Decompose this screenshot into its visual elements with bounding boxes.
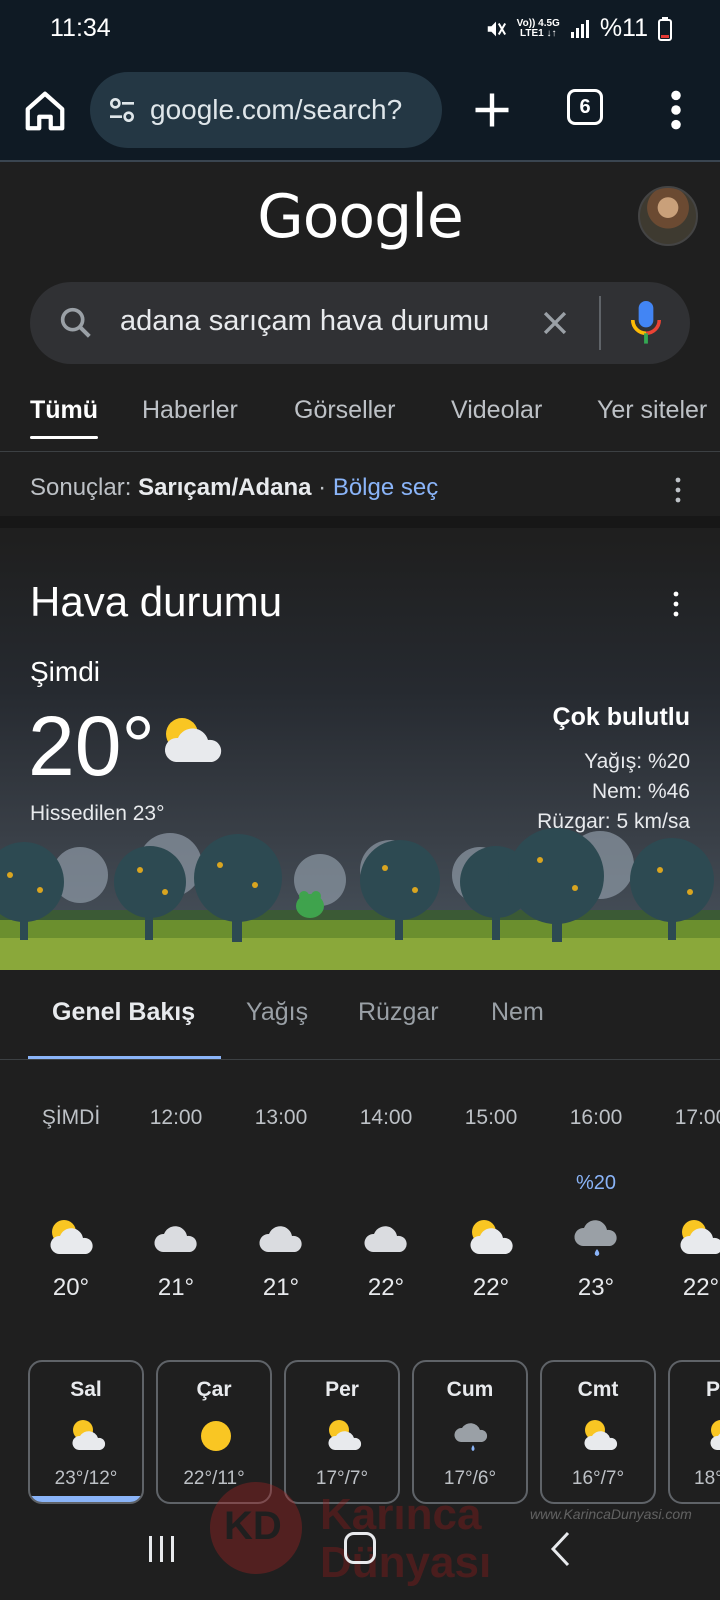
day-name: Çar xyxy=(196,1378,232,1401)
cloudy-icon xyxy=(154,1226,197,1252)
tab-overview[interactable]: Genel Bakış xyxy=(52,998,195,1027)
network-indicator: Vo)) 4.5G LTE1 ↓↑ xyxy=(516,17,560,39)
google-logo[interactable]: Google xyxy=(0,182,720,252)
mute-icon xyxy=(487,21,506,36)
partly-cloudy-icon xyxy=(72,1420,106,1450)
hour-temperature: 22° xyxy=(367,1274,405,1301)
tab-all[interactable]: Tümü xyxy=(30,396,98,425)
day-name: Sal xyxy=(70,1378,102,1401)
weather-title: Hava durumu xyxy=(30,578,283,625)
hour-time: ŞİMDİ xyxy=(41,1106,101,1129)
network-bottom-label: LTE1 ↓↑ xyxy=(519,27,557,39)
hour-precip-chance: %20 xyxy=(575,1172,617,1194)
search-icon xyxy=(60,307,91,338)
region-text: Sonuçlar: Sarıçam/Adana · Bölge seç xyxy=(30,474,438,502)
day-name: Cmt xyxy=(577,1378,619,1401)
tab-news[interactable]: Haberler xyxy=(142,396,238,425)
region-row: Sonuçlar: Sarıçam/Adana · Bölge seç xyxy=(0,452,720,528)
hour-time: 12:00 xyxy=(149,1106,203,1129)
partly-cloudy-icon xyxy=(164,718,222,762)
cloudy-icon xyxy=(259,1226,302,1252)
rain-icon xyxy=(454,1423,488,1451)
current-temperature: 20° xyxy=(28,699,156,793)
partly-cloudy-icon xyxy=(710,1420,720,1450)
status-time: 11:34 xyxy=(50,14,111,42)
system-nav-bar xyxy=(0,1510,720,1600)
battery-percent: %11 xyxy=(599,14,648,42)
hour-time: 17:00 xyxy=(674,1106,720,1129)
weather-more-icon[interactable] xyxy=(673,590,679,618)
hour-temperature: 20° xyxy=(52,1274,90,1301)
active-tab-indicator xyxy=(30,436,98,439)
region-prefix: Sonuçlar: xyxy=(30,474,139,501)
partly-cloudy-icon xyxy=(584,1420,618,1450)
home-icon[interactable] xyxy=(22,88,68,134)
weather-subtabs: Genel Bakış Yağış Rüzgar Nem xyxy=(0,970,720,1060)
browser-toolbar: google.com/search? 6 xyxy=(0,60,720,162)
more-menu-icon[interactable] xyxy=(662,88,690,132)
hour-time: 15:00 xyxy=(464,1106,518,1129)
tab-images[interactable]: Görseller xyxy=(294,396,395,425)
choose-region-link[interactable]: Bölge seç xyxy=(333,474,438,501)
tab-switcher-button[interactable]: 6 xyxy=(567,89,603,125)
precipitation-text: Yağış: %20 xyxy=(584,750,690,773)
home-button[interactable] xyxy=(344,1532,376,1564)
hour-temperature: 22° xyxy=(472,1274,510,1301)
humidity-text: Nem: %46 xyxy=(591,780,690,803)
region-location: Sarıçam/Adana xyxy=(138,474,312,501)
status-bar: 11:34 Vo)) 4.5G LTE1 ↓↑ %11 xyxy=(0,0,720,60)
tab-humidity[interactable]: Nem xyxy=(491,998,544,1027)
hour-temperature: 21° xyxy=(157,1274,195,1301)
url-text: google.com/search? xyxy=(150,94,403,125)
partly-cloudy-icon xyxy=(328,1420,362,1450)
tab-precipitation[interactable]: Yağış xyxy=(246,998,308,1027)
hour-temperature: 21° xyxy=(262,1274,300,1301)
weather-scene-illustration xyxy=(0,828,720,970)
search-divider xyxy=(599,296,601,350)
partly-cloudy-icon xyxy=(50,1220,93,1254)
day-name: P xyxy=(706,1378,720,1401)
status-icons: Vo)) 4.5G LTE1 ↓↑ %11 xyxy=(485,14,672,43)
search-box[interactable]: adana sarıçam hava durumu xyxy=(30,282,690,364)
new-tab-icon[interactable] xyxy=(470,88,514,132)
day-card[interactable]: Sal 23°/12° xyxy=(28,1360,144,1504)
day-name: Per xyxy=(325,1378,359,1401)
cloudy-icon xyxy=(364,1226,407,1252)
day-name: Cum xyxy=(446,1378,494,1401)
hour-time: 14:00 xyxy=(359,1106,413,1129)
sunny-icon xyxy=(201,1421,231,1451)
battery-icon xyxy=(658,16,672,41)
active-subtab-indicator xyxy=(28,1056,221,1059)
hour-time: 16:00 xyxy=(569,1106,623,1129)
tab-videos[interactable]: Videolar xyxy=(451,396,542,425)
region-more-icon[interactable] xyxy=(675,476,681,504)
search-tabs: Tümü Haberler Görseller Videolar Yer sit… xyxy=(0,384,720,452)
tab-wind[interactable]: Rüzgar xyxy=(358,998,439,1027)
condition-text: Çok bulutlu xyxy=(552,703,690,731)
selected-day-indicator xyxy=(30,1496,142,1502)
network-top-label: Vo)) 4.5G xyxy=(516,17,560,29)
hour-temperature: 23° xyxy=(577,1274,615,1301)
region-separator: · xyxy=(311,474,333,501)
microphone-icon[interactable] xyxy=(628,298,664,348)
day-temperature: 23°/12° xyxy=(54,1468,118,1489)
hour-time: 13:00 xyxy=(254,1106,308,1129)
partly-cloudy-icon xyxy=(680,1220,720,1254)
back-icon[interactable] xyxy=(548,1530,572,1568)
tab-places[interactable]: Yer siteler xyxy=(597,396,707,425)
avatar[interactable] xyxy=(638,186,698,246)
url-bar[interactable]: google.com/search? xyxy=(90,72,442,148)
partly-cloudy-icon xyxy=(470,1220,513,1254)
clear-icon[interactable] xyxy=(538,306,572,340)
site-settings-icon[interactable] xyxy=(106,94,138,126)
search-input[interactable]: adana sarıçam hava durumu xyxy=(120,305,489,338)
weather-card: Hava durumu Şimdi 20° Hissedilen 23° Çok… xyxy=(0,540,720,970)
now-label: Şimdi xyxy=(30,656,101,687)
signal-icon xyxy=(570,19,589,38)
rain-icon xyxy=(574,1220,617,1256)
recent-apps-icon[interactable] xyxy=(146,1534,178,1564)
hour-temperature: 22° xyxy=(682,1274,720,1301)
